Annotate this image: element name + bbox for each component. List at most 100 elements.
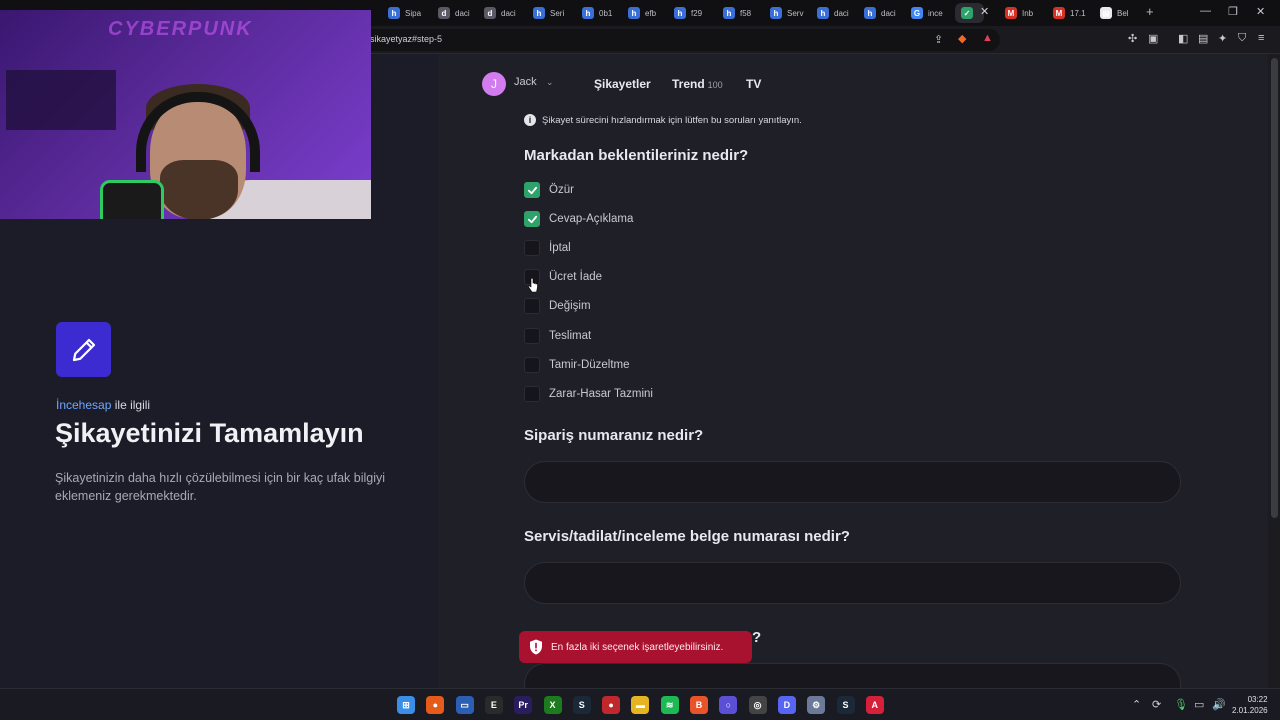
question-expectations: Markadan beklentileriniz nedir? — [524, 147, 749, 164]
browser-tab[interactable]: d daci — [438, 3, 470, 23]
option-label[interactable]: Teslimat — [549, 330, 591, 342]
neon-sign: CYBERPUNK — [108, 18, 253, 40]
avatar[interactable]: J — [482, 72, 506, 96]
brave-rewards-icon[interactable]: ▲ — [982, 32, 993, 44]
browser-tab[interactable]: ▤ Bel — [1100, 3, 1129, 23]
volume-icon[interactable]: 🔊 — [1212, 698, 1226, 711]
checkbox-checked[interactable] — [524, 211, 540, 228]
option-label[interactable]: Cevap-Açıklama — [549, 213, 633, 225]
option-label[interactable]: Zarar-Hasar Tazmini — [549, 388, 653, 400]
obs-icon[interactable]: ◎ — [748, 696, 767, 714]
browser-tab[interactable]: d daci — [484, 3, 516, 23]
windows-start-icon[interactable]: ⊞ — [397, 696, 415, 714]
option-label[interactable]: Tamir-Düzeltme — [549, 359, 630, 371]
spotify-icon[interactable]: ≋ — [660, 696, 679, 714]
file-explorer-icon[interactable]: ▬ — [631, 696, 650, 714]
url-field[interactable]: sikayetyaz#step-5 ⇪ — [360, 29, 1000, 51]
minimize-icon[interactable]: — — [1200, 5, 1211, 17]
wallet-icon[interactable]: ▤ — [1198, 32, 1208, 45]
checkbox[interactable] — [524, 385, 540, 402]
menu-icon[interactable]: ≡ — [1258, 32, 1264, 44]
browser-tab[interactable]: h 0b1 — [582, 3, 612, 23]
tab-label: ince — [928, 8, 943, 18]
browser-tab[interactable]: h efb — [628, 3, 656, 23]
option-label[interactable]: Değişim — [549, 300, 591, 312]
leo-ai-icon[interactable]: ✦ — [1218, 32, 1227, 45]
option-label[interactable]: Özür — [549, 184, 574, 196]
browser-tab[interactable]: h daci — [817, 3, 849, 23]
premiere-icon[interactable]: Pr — [514, 696, 533, 714]
brave-icon[interactable]: B — [690, 696, 708, 714]
display-icon[interactable]: ▭ — [1194, 698, 1204, 711]
close-tab-icon[interactable]: ✕ — [980, 5, 989, 18]
checkbox[interactable] — [524, 356, 540, 373]
screenshot-icon[interactable]: ▣ — [1148, 32, 1158, 45]
sync-icon[interactable]: ⟳ — [1152, 698, 1161, 711]
browser-tab[interactable]: h daci — [864, 3, 896, 23]
option-row[interactable]: Tamir-Düzeltme — [524, 356, 630, 373]
option-label[interactable]: Ücret İade — [549, 271, 602, 283]
settings-icon[interactable]: ⚙ — [807, 696, 826, 714]
steam-icon-2[interactable]: S — [836, 696, 855, 714]
chevron-down-icon[interactable]: ⌄ — [546, 77, 554, 88]
app-orange-icon[interactable]: ● — [426, 696, 445, 714]
browser-tab[interactable]: h f58 — [723, 3, 751, 23]
option-label[interactable]: İptal — [549, 242, 571, 254]
checkbox[interactable] — [524, 327, 540, 344]
checkbox[interactable] — [524, 298, 540, 315]
info-text: Şikayet sürecini hızlandırmak için lütfe… — [542, 114, 802, 126]
checkbox-checked[interactable] — [524, 182, 540, 198]
browser-tab[interactable]: M 17.1 — [1053, 3, 1086, 23]
brave-shield-icon[interactable]: ◆ — [958, 32, 966, 45]
tab-label: Sipa — [405, 8, 422, 18]
circle-app-icon[interactable]: ○ — [719, 696, 738, 714]
option-row[interactable]: İptal — [524, 240, 571, 257]
amd-icon[interactable]: A — [865, 696, 884, 714]
option-row[interactable]: Teslimat — [524, 327, 591, 344]
restore-icon[interactable]: ❐ — [1228, 5, 1238, 18]
tab-label: f58 — [740, 8, 752, 18]
option-row[interactable]: Özür — [524, 182, 574, 198]
microphone-icon[interactable]: 🎙 — [1174, 698, 1188, 711]
brand-link[interactable]: İncehesap — [56, 398, 111, 412]
browser-tab[interactable]: h Seri — [533, 3, 564, 23]
chevron-up-icon[interactable]: ⌃ — [1132, 698, 1141, 711]
order-number-input[interactable] — [524, 461, 1181, 503]
checkbox[interactable] — [524, 240, 540, 257]
vpn-icon[interactable]: ⛉ — [1238, 32, 1246, 45]
scrollbar-thumb[interactable] — [1271, 58, 1278, 518]
nav-trend[interactable]: Trend 100 — [672, 77, 723, 91]
option-row[interactable]: Cevap-Açıklama — [524, 211, 633, 228]
browser-tab[interactable]: h Serv — [770, 3, 803, 23]
share-icon[interactable]: ⇪ — [934, 33, 943, 46]
clock[interactable]: 03:22 2.01.2026 — [1232, 694, 1268, 716]
info-line: i Şikayet sürecini hızlandırmak için lüt… — [524, 114, 802, 126]
discord-icon[interactable]: D — [777, 696, 796, 714]
sidebar-icon[interactable]: ◧ — [1178, 32, 1188, 45]
browser-tab[interactable]: Gince — [911, 3, 943, 23]
window-close-icon[interactable]: ✕ — [1256, 5, 1265, 18]
mouse-cursor-icon — [528, 278, 538, 293]
steam-icon[interactable]: S — [572, 696, 591, 714]
option-row[interactable]: Değişim — [524, 298, 591, 315]
scrollbar[interactable] — [1268, 54, 1280, 688]
service-document-input[interactable] — [524, 562, 1181, 604]
url-text[interactable]: sikayetyaz#step-5 — [370, 34, 442, 44]
monitor-app-icon[interactable]: ▭ — [455, 696, 474, 714]
user-name[interactable]: Jack — [514, 76, 537, 88]
epic-games-icon[interactable]: E — [484, 696, 503, 714]
nav-tv[interactable]: TV — [746, 77, 761, 91]
next-input[interactable] — [524, 663, 1181, 688]
nav-complaints[interactable]: Şikayetler — [594, 77, 651, 91]
tab-label: daci — [501, 8, 516, 18]
browser-tab[interactable]: h Sipa — [388, 3, 421, 23]
red-app-icon[interactable]: ● — [602, 696, 621, 714]
new-tab-icon[interactable]: + — [1146, 4, 1154, 19]
xbox-icon[interactable]: X — [543, 696, 562, 714]
extensions-icon[interactable]: ✣ — [1128, 32, 1137, 45]
tab-favicon-icon: h — [723, 7, 735, 19]
browser-tab[interactable]: M Inb — [1005, 3, 1033, 23]
browser-tab[interactable]: h f29 — [674, 3, 702, 23]
question-order-number: Sipariş numaranız nedir? — [524, 427, 704, 444]
option-row[interactable]: Zarar-Hasar Tazmini — [524, 385, 653, 402]
